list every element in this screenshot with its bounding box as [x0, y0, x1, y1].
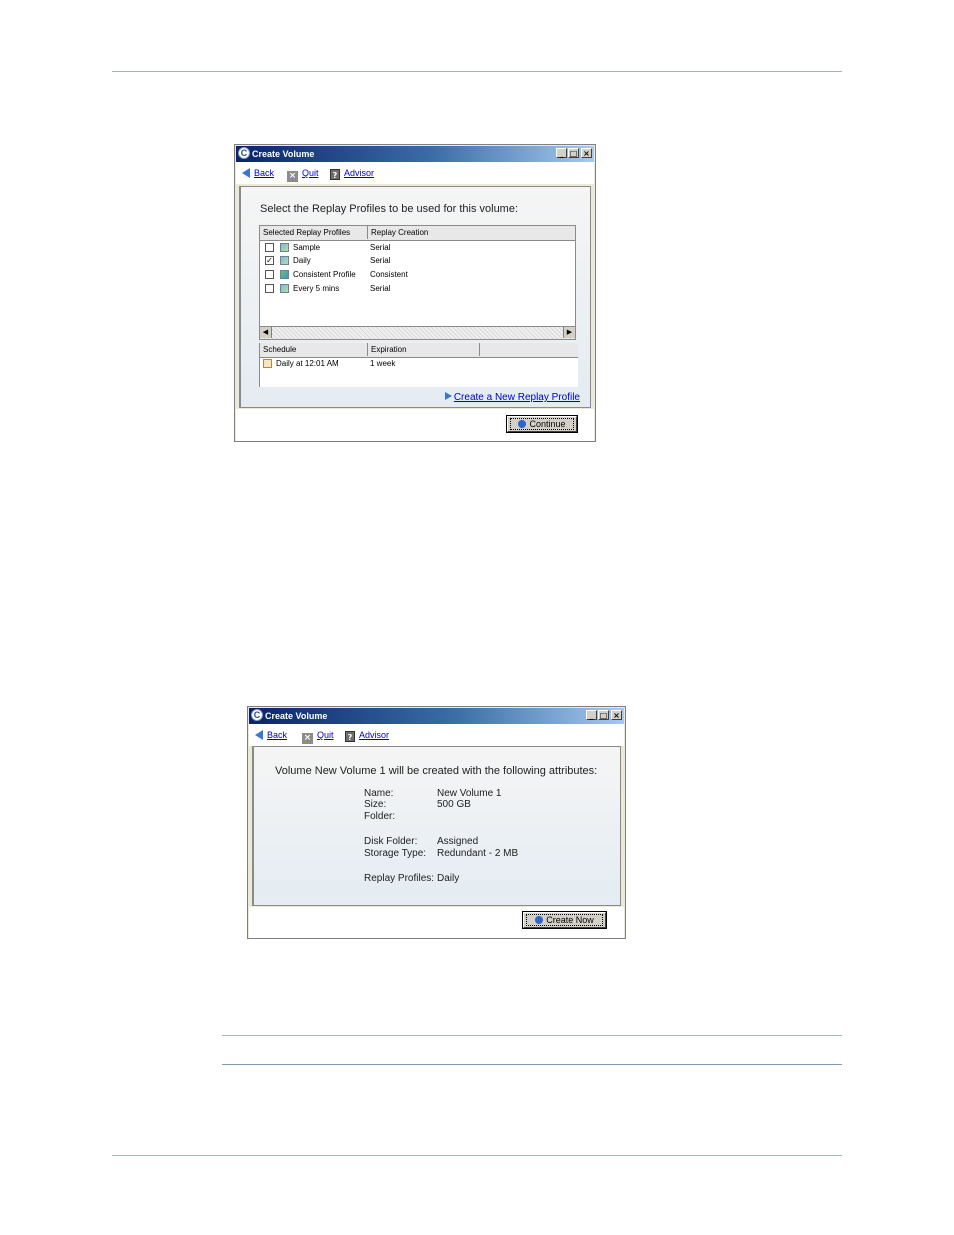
calendar-icon	[263, 359, 272, 368]
note-rule-top	[222, 1035, 842, 1036]
column-header-expiration[interactable]: Expiration	[368, 343, 480, 356]
minimize-button[interactable]: _	[556, 148, 567, 158]
toolbar: Back × Quit ? Advisor	[249, 724, 624, 746]
create-volume-window-summary: C Create Volume _ □ × Back × Quit ? Adviso…	[247, 706, 626, 939]
profile-name: Every 5 mins	[293, 284, 340, 293]
continue-button[interactable]: Continue	[507, 416, 577, 432]
table-row[interactable]: ✓ Daily Serial	[260, 254, 575, 267]
close-button[interactable]: ×	[611, 710, 622, 720]
advisor-link[interactable]: ? Advisor	[345, 728, 389, 742]
attribute-label-size: Size:	[364, 799, 387, 810]
attribute-value-replay-profiles: Daily	[437, 873, 460, 884]
quit-icon: ×	[302, 733, 313, 744]
maximize-button[interactable]: □	[598, 710, 609, 720]
window-title: Create Volume	[252, 149, 315, 159]
profile-name: Daily	[293, 256, 311, 265]
attribute-label-folder: Folder:	[364, 811, 396, 822]
note-rule-bottom	[222, 1064, 842, 1065]
profile-icon	[280, 270, 289, 279]
advisor-help-icon: ?	[345, 731, 355, 742]
dialog-footer: Create Now	[249, 907, 624, 938]
footer-rule	[112, 1155, 842, 1156]
profile-checkbox[interactable]	[265, 284, 274, 293]
create-replay-profile-link[interactable]: Create a New Replay Profile	[444, 392, 580, 404]
table-row[interactable]: Consistent Profile Consistent	[260, 268, 575, 281]
table-row[interactable]: Every 5 mins Serial	[260, 282, 575, 295]
back-link[interactable]: Back	[242, 166, 274, 180]
header-rule	[112, 71, 842, 72]
minimize-button[interactable]: _	[586, 710, 597, 720]
scroll-left-button[interactable]: ◀	[260, 327, 272, 338]
table-header: Selected Replay Profiles Replay Creation	[260, 226, 575, 241]
column-header-profiles[interactable]: Selected Replay Profiles	[260, 226, 368, 239]
quit-icon: ×	[287, 171, 298, 182]
advisor-help-icon: ?	[330, 169, 340, 180]
profile-icon	[280, 243, 289, 252]
title-bar[interactable]: C Create Volume _ □ ×	[249, 708, 624, 724]
page-heading: Volume New Volume 1 will be created with…	[275, 765, 598, 777]
title-bar[interactable]: C Create Volume _ □ ×	[236, 146, 594, 162]
dialog-footer: Continue	[236, 409, 594, 441]
maximize-button[interactable]: □	[568, 148, 579, 158]
profile-checkbox[interactable]	[265, 270, 274, 279]
profile-creation: Consistent	[370, 270, 408, 279]
attribute-value-size: 500 GB	[437, 799, 471, 810]
back-arrow-icon	[255, 730, 263, 740]
schedule-value: Daily at 12:01 AM	[276, 359, 339, 368]
column-header-creation[interactable]: Replay Creation	[368, 226, 575, 239]
attribute-label-disk-folder: Disk Folder:	[364, 836, 418, 847]
content-panel: Select the Replay Profiles to be used fo…	[239, 186, 591, 408]
horizontal-scrollbar[interactable]: ◀ ▶	[260, 326, 575, 339]
table-row[interactable]: Sample Serial	[260, 241, 575, 254]
profile-name: Sample	[293, 243, 321, 252]
schedule-table: Schedule Expiration Daily at 12:01 AM 1 …	[259, 343, 578, 387]
quit-link[interactable]: × Quit	[287, 166, 319, 182]
profile-creation: Serial	[370, 243, 391, 252]
window-title: Create Volume	[265, 711, 328, 721]
profile-creation: Serial	[370, 256, 391, 265]
profile-checkbox-checked[interactable]: ✓	[265, 256, 274, 265]
create-volume-window-replay-profiles: C Create Volume _ □ × Back × Quit ? Adviso…	[234, 144, 596, 442]
link-arrow-icon	[444, 392, 452, 400]
profile-icon	[280, 256, 289, 265]
close-button[interactable]: ×	[581, 148, 592, 158]
create-now-button[interactable]: Create Now	[523, 912, 606, 928]
column-header-schedule[interactable]: Schedule	[260, 343, 368, 356]
profile-name: Consistent Profile	[293, 270, 356, 279]
replay-profiles-table: Selected Replay Profiles Replay Creation…	[259, 225, 576, 340]
attribute-label-storage-type: Storage Type:	[364, 848, 427, 859]
profile-icon	[280, 284, 289, 293]
scroll-right-button[interactable]: ▶	[563, 327, 575, 338]
back-arrow-icon	[242, 168, 250, 178]
content-panel: Volume New Volume 1 will be created with…	[252, 746, 621, 906]
attribute-value-disk-folder: Assigned	[437, 836, 479, 847]
schedule-header: Schedule Expiration	[260, 343, 578, 358]
attribute-value-storage-type: Redundant - 2 MB	[437, 848, 519, 859]
quit-link[interactable]: × Quit	[302, 728, 334, 744]
app-logo-icon: C	[238, 147, 250, 159]
toolbar: Back × Quit ? Advisor	[236, 162, 594, 184]
attribute-label-replay-profiles: Replay Profiles:	[364, 873, 435, 884]
page-heading: Select the Replay Profiles to be used fo…	[260, 203, 519, 215]
app-logo-icon: C	[251, 709, 263, 721]
expiration-value: 1 week	[370, 359, 396, 368]
profile-checkbox[interactable]	[265, 243, 274, 252]
advisor-link[interactable]: ? Advisor	[330, 166, 374, 180]
schedule-row[interactable]: Daily at 12:01 AM 1 week	[260, 357, 578, 370]
back-link[interactable]: Back	[255, 728, 287, 742]
profile-creation: Serial	[370, 284, 391, 293]
